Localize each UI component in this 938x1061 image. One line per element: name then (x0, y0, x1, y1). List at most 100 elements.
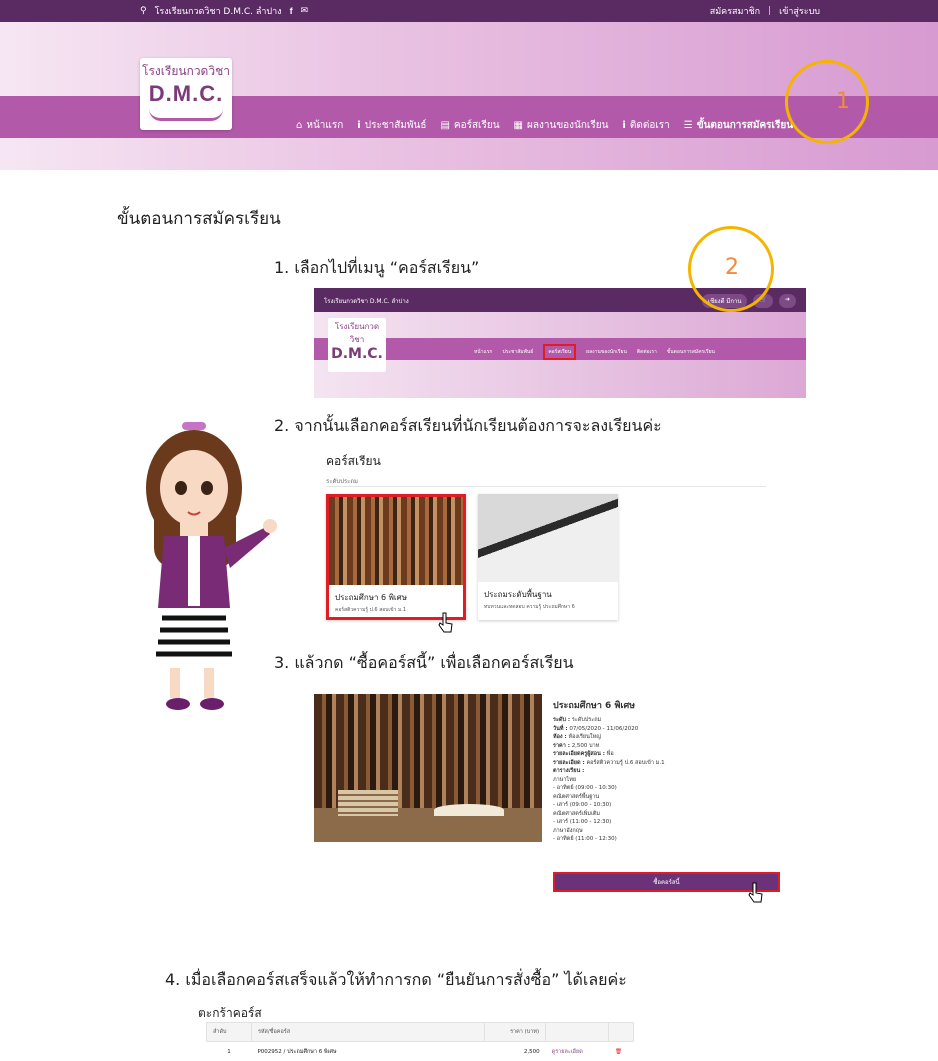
register-link[interactable]: สมัครสมาชิก (710, 4, 760, 18)
detail-value: ระดับประถม (571, 717, 602, 723)
product-title: ประถมศึกษา 6 พิเศษ (553, 701, 636, 711)
detail-label: ระดับ : (553, 717, 571, 723)
detail-date-row: วันที่ : 07/05/2020 - 11/06/2020 (553, 725, 783, 734)
cartoon-girl-illustration (146, 422, 277, 710)
detail-value: 07/05/2020 - 11/06/2020 (569, 725, 639, 732)
detail-room-row: ห้อง : ห้องเรียนใหญ่ (553, 733, 783, 742)
detail-desc-row: รายละเอียด : คอร์สติวความรู้ ป.6 สอบเข้า… (553, 759, 783, 768)
mini-logo-thai: โรงเรียนกวดวิชา (334, 322, 380, 344)
detail-label: วันที่ : (553, 725, 568, 732)
nav-label: ผลงานของนักเรียน (527, 120, 609, 131)
home-icon: ⌂ (296, 120, 303, 131)
step-4-text: 4. เมื่อเลือกคอร์สเสร็จแล้วให้ทำการกด “ย… (165, 970, 627, 989)
schedule-line: - อาทิตย์ (09:00 - 10:30) (553, 785, 617, 791)
mini-logo: โรงเรียนกวดวิชา D.M.C. (328, 318, 386, 372)
mini-logo-english: D.M.C. (331, 346, 383, 362)
table-row: 1 P002952 / ประถมศึกษา 6 พิเศษ 2,500 ดูร… (206, 1041, 634, 1061)
step-2-text: 2. จากนั้นเลือกคอร์สเรียนที่นักเรียนต้อง… (274, 416, 662, 435)
course-image-bookshelf (329, 497, 463, 585)
site-logo[interactable]: โรงเรียนกวดวิชา D.M.C. (140, 58, 232, 130)
mouse-pointer-icon (748, 882, 763, 903)
detail-level-row: ระดับ : ระดับประถม (553, 716, 783, 725)
newspaper-icon: ▦ (513, 120, 523, 131)
page-title: ขั้นตอนการสมัครเรียน (117, 209, 281, 229)
nav-label: ติดต่อเรา (629, 120, 670, 131)
schedule-line: ภาษาอังกฤษ (553, 827, 583, 834)
annotation-number: 2 (725, 255, 739, 280)
row-no: 1 (206, 1041, 252, 1061)
col-header: ราคา (บาท) (483, 1022, 547, 1042)
nav-label: ประชาสัมพันธ์ (364, 120, 427, 131)
courses-subheading: ระดับประถม (326, 478, 358, 485)
mini-nav: หน้าแรก ประชาสัมพันธ์ คอร์สเรียน ผลงานขอ… (474, 344, 715, 360)
nav-label: คอร์สเรียน (453, 120, 500, 131)
step-1-text: 1. เลือกไปที่เมนู “คอร์สเรียน” (274, 258, 480, 277)
mini-nav-contact: ติดต่อเรา (636, 349, 657, 355)
nav-item-news[interactable]: i ประชาสัมพันธ์ (357, 118, 426, 133)
mini-logout-icon: ➜ (778, 294, 796, 308)
list-icon: ▤ (440, 120, 450, 131)
mini-nav-news: ประชาสัมพันธ์ (502, 349, 534, 355)
info-icon: i (357, 120, 361, 131)
row-price: 2,500 (484, 1041, 546, 1061)
mini-nav-home: หน้าแรก (474, 349, 493, 355)
facebook-icon[interactable]: f (290, 6, 293, 16)
mini-nav-steps: ขั้นตอนการสมัครเรียน (666, 349, 715, 355)
annotation-circle-1: 1 (785, 60, 869, 144)
info-icon: i (622, 120, 626, 131)
schedule-line: คณิตศาสตร์เพิ่มเติม (553, 810, 601, 817)
nav-item-works[interactable]: ▦ ผลงานของนักเรียน (514, 118, 609, 133)
course-desc: ทบทวนและทดสอบ ความรู้ ประถมศึกษา 6 (484, 604, 575, 610)
nav-label: ขั้นตอนการสมัครเรียน (696, 120, 794, 131)
logo-thai-text: โรงเรียนกวดวิชา (142, 64, 230, 78)
detail-value: 2,500 บาท (571, 742, 600, 749)
nav-item-courses[interactable]: ▤ คอร์สเรียน (440, 118, 499, 133)
cart-header-row: ลำดับ รหัส/ชื่อคอร์ส ราคา (บาท) (206, 1022, 634, 1042)
course-title: ประถมศึกษา 6 พิเศษ (335, 593, 408, 602)
annotation-number: 1 (836, 89, 850, 114)
courses-heading: คอร์สเรียน (326, 454, 381, 468)
schedule-line: - เสาร์ (11:00 - 12:30) (553, 819, 612, 825)
annotation-circle-2: 2 (688, 226, 774, 312)
mail-icon[interactable]: ✉ (301, 6, 309, 16)
nav-item-contact[interactable]: i ติดต่อเรา (622, 118, 669, 133)
schedule-line: - อาทิตย์ (11:00 - 12:30) (553, 836, 617, 842)
product-detail: ประถมศึกษา 6 พิเศษ ระดับ : ระดับประถม วั… (553, 700, 783, 844)
product-image-bookshelf (314, 694, 542, 842)
school-name: โรงเรียนกวดวิชา D.M.C. ลำปาง (154, 7, 282, 17)
detail-label: ตารางเรียน : (553, 768, 585, 774)
detail-value: พี่อ (606, 751, 614, 757)
nav-item-steps[interactable]: ☰ ขั้นตอนการสมัครเรียน (684, 118, 793, 133)
col-header (608, 1022, 634, 1042)
top-bar-left: ⚲ โรงเรียนกวดวิชา D.M.C. ลำปาง f ✉ (140, 0, 308, 22)
trash-icon[interactable]: 🗑 (608, 1041, 634, 1061)
view-details-link[interactable]: ดูรายละเอียด (545, 1041, 609, 1061)
schedule-line: - เสาร์ (09:00 - 10:30) (553, 802, 612, 808)
detail-value: ห้องเรียนใหญ่ (568, 734, 601, 740)
course-image-laptop (478, 494, 618, 582)
map-marker-icon: ⚲ (140, 6, 147, 16)
detail-teacher-row: รายละเอียดครูผู้สอน : พี่อ (553, 750, 783, 759)
detail-value: คอร์สติวความรู้ ป.6 สอบเข้า ม.1 (586, 759, 665, 766)
mini-nav-works: ผลงานของนักเรียน (586, 349, 627, 355)
detail-schedule-label: ตารางเรียน : (553, 767, 783, 776)
course-card-primary-basic[interactable]: ประถมระดับพื้นฐาน ทบทวนและทดสอบ ความรู้ … (478, 494, 618, 620)
row-name: P002952 / ประถมศึกษา 6 พิเศษ (251, 1041, 485, 1061)
step-3-text: 3. แล้วกด “ซื้อคอร์สนี้” เพื่อเลือกคอร์ส… (274, 653, 574, 672)
col-header: ลำดับ (206, 1022, 252, 1042)
cart-table: ลำดับ รหัส/ชื่อคอร์ส ราคา (บาท) 1 P00295… (206, 1022, 634, 1061)
divider (326, 486, 766, 487)
schedule-line: คณิตศาสตร์พื้นฐาน (553, 793, 600, 800)
book-icon (149, 109, 223, 121)
buy-course-button[interactable]: ซื้อคอร์สนี้ (553, 872, 780, 892)
course-title: ประถมระดับพื้นฐาน (484, 590, 552, 599)
nav-item-home[interactable]: ⌂ หน้าแรก (296, 118, 343, 133)
logo-english-text: D.M.C. (148, 81, 224, 106)
detail-label: รายละเอียด : (553, 759, 585, 766)
mini-school-name: โรงเรียนกวดวิชา D.M.C. ลำปาง (324, 298, 409, 305)
main-nav: ⌂ หน้าแรก i ประชาสัมพันธ์ ▤ คอร์สเรียน ▦… (296, 118, 793, 133)
login-link[interactable]: เข้าสู่ระบบ (779, 4, 820, 18)
course-card-primary-6-special[interactable]: ประถมศึกษา 6 พิเศษ คอร์สติวความรู้ ป.6 ส… (326, 494, 466, 620)
mouse-pointer-icon (438, 612, 453, 633)
detail-label: รายละเอียดครูผู้สอน : (553, 751, 605, 757)
